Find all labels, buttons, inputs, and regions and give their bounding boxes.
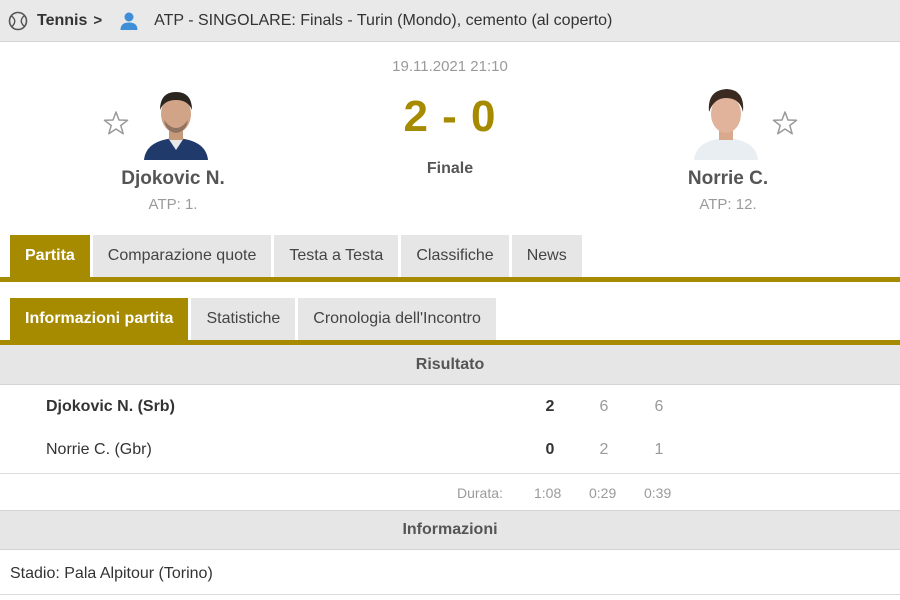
tab-comparazione-quote[interactable]: Comparazione quote [92,235,272,277]
tab-partita[interactable]: Partita [10,235,90,277]
divider [0,594,900,595]
duration-set2: 0:39 [644,485,672,501]
divider [0,473,900,474]
player-rank-home: ATP: 1. [148,196,198,213]
result-set2-home: 6 [654,398,664,415]
player-rank-away: ATP: 12. [699,196,757,213]
player-photo-away[interactable] [690,84,762,160]
table-row: Norrie C. (Gbr) 0 2 1 [0,429,900,472]
table-row: Djokovic N. (Srb) 2 6 6 [0,386,900,429]
tennis-ball-icon [8,11,28,30]
breadcrumb-sport-link[interactable]: Tennis [37,12,87,30]
subtab-statistiche[interactable]: Statistiche [191,298,296,340]
player-name-away[interactable]: Norrie C. [618,168,838,190]
stadium-info: Stadio: Pala Alpitour (Torino) [10,565,213,582]
breadcrumb: Tennis > ATP - SINGOLARE: Finals - Turin… [0,0,900,42]
tab-testa-a-testa[interactable]: Testa a Testa [274,235,399,277]
breadcrumb-tournament-link[interactable]: ATP - SINGOLARE: Finals - Turin (Mondo),… [154,12,612,30]
result-set2-away: 1 [654,441,664,458]
info-heading: Informazioni [0,510,900,550]
match-score: 2 - 0 [403,92,497,141]
player-name-home[interactable]: Djokovic N. [63,168,283,190]
main-tabs: Partita Comparazione quote Testa a Testa… [10,235,585,277]
sub-tabs: Informazioni partita Statistiche Cronolo… [10,298,499,340]
result-set1-home: 6 [599,398,609,415]
chevron-right-icon: > [93,12,103,29]
duration-label: Durata: [457,485,503,501]
result-player-home[interactable]: Djokovic N. (Srb) [46,398,175,416]
tab-news[interactable]: News [511,235,582,277]
favorite-star-icon[interactable] [772,110,798,136]
favorite-star-icon[interactable] [103,110,129,136]
subtab-cronologia[interactable]: Cronologia dell'Incontro [298,298,496,340]
match-datetime: 19.11.2021 21:10 [392,58,508,75]
duration-total: 1:08 [534,485,562,501]
player-photo-home[interactable] [140,84,212,160]
result-player-away[interactable]: Norrie C. (Gbr) [46,441,152,459]
result-heading: Risultato [0,345,900,385]
match-status: Finale [426,160,474,177]
result-set1-away: 2 [599,441,609,458]
subtab-informazioni-partita[interactable]: Informazioni partita [10,298,189,340]
result-total-home: 2 [545,398,555,415]
result-total-away: 0 [545,441,555,458]
duration-set1: 0:29 [589,485,617,501]
tab-classifiche[interactable]: Classifiche [401,235,509,277]
person-icon [120,12,138,30]
tab-underline [0,277,900,282]
